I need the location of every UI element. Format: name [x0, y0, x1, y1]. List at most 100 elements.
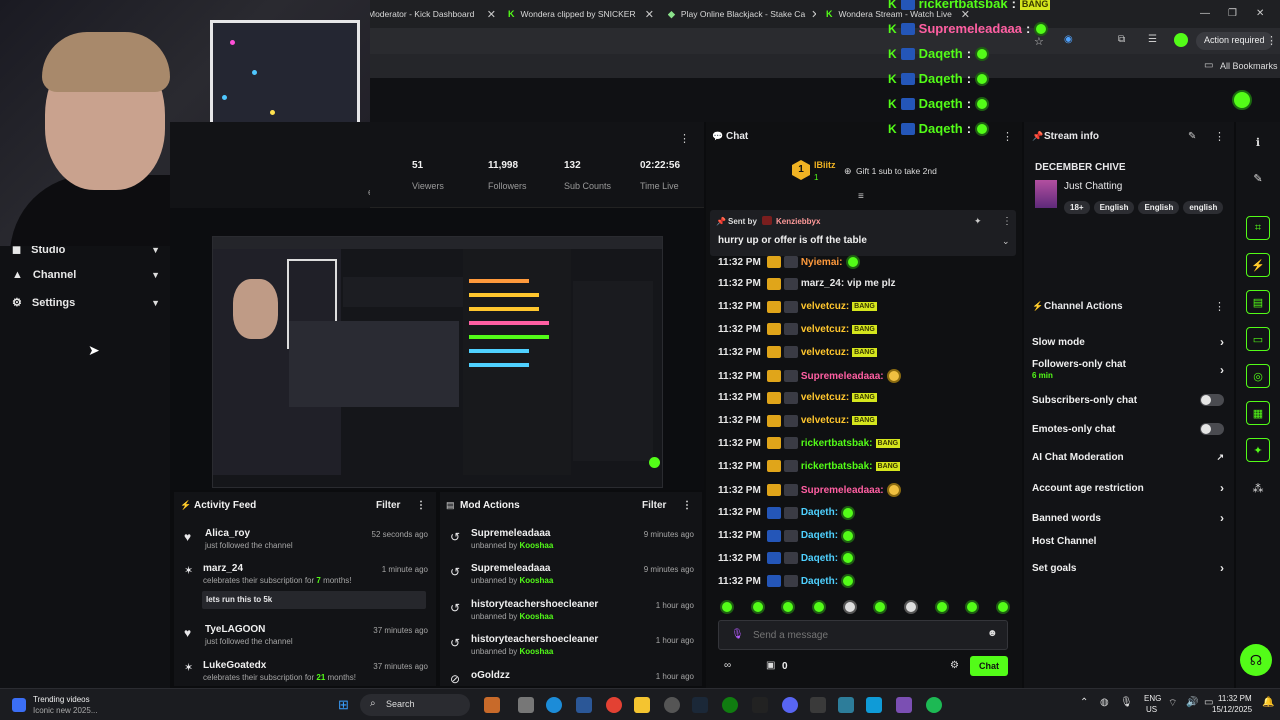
- all-bookmarks-link[interactable]: All Bookmarks: [1220, 61, 1278, 71]
- chat-username[interactable]: Daqeth:: [801, 553, 838, 564]
- close-window-icon[interactable]: ✕: [1256, 8, 1264, 19]
- info-icon[interactable]: ℹ: [1246, 130, 1270, 154]
- emote-icon[interactable]: [811, 600, 826, 614]
- close-icon[interactable]: ✕: [487, 8, 496, 21]
- feed-user[interactable]: marz_24: [203, 563, 352, 574]
- stream-category[interactable]: Just Chatting: [1064, 181, 1122, 192]
- apps-icon[interactable]: ⁂: [1246, 476, 1270, 500]
- edit-icon[interactable]: ✎: [1246, 166, 1270, 190]
- mod-target-user[interactable]: historyteachershoecleaner: [471, 634, 598, 645]
- windows-start-icon[interactable]: ⊞: [338, 697, 349, 713]
- notification-icon[interactable]: 🔔: [1262, 697, 1274, 708]
- edge-icon[interactable]: [546, 697, 562, 713]
- tray-icon[interactable]: ◍: [1100, 697, 1109, 708]
- widgets-icon[interactable]: [12, 698, 26, 712]
- more-vertical-icon[interactable]: ⋮: [416, 500, 426, 511]
- wrench-icon[interactable]: ✦: [1246, 438, 1270, 462]
- app-icon[interactable]: [838, 697, 854, 713]
- tab-blackjack[interactable]: ◆ Play Online Blackjack - Stake Ca ✕: [668, 4, 816, 24]
- obs-icon[interactable]: [664, 697, 680, 713]
- app-icon[interactable]: [866, 697, 882, 713]
- discord-icon[interactable]: [782, 697, 798, 713]
- taskview-icon[interactable]: [518, 697, 534, 713]
- chat-username[interactable]: marz_24:: [801, 278, 844, 289]
- action-set-goals[interactable]: Set goals ›: [1032, 561, 1224, 575]
- top-gifter-name[interactable]: lBiitz: [814, 160, 836, 170]
- bolt-icon[interactable]: ⚡: [1246, 253, 1270, 277]
- app-icon[interactable]: [896, 697, 912, 713]
- gear-icon[interactable]: ⚙: [950, 660, 959, 671]
- feed-user[interactable]: TyeLAGOON: [205, 624, 293, 635]
- gift-icon[interactable]: ▣: [766, 660, 775, 671]
- network-icon[interactable]: ⌔: [1168, 697, 1177, 710]
- toggle-switch[interactable]: [1200, 423, 1224, 435]
- emote-icon[interactable]: [781, 600, 796, 614]
- chat-username[interactable]: Nyiemai:: [801, 257, 843, 268]
- more-vertical-icon[interactable]: ⋮: [1214, 130, 1225, 143]
- epic-icon[interactable]: [752, 697, 768, 713]
- chat-input[interactable]: [753, 627, 973, 643]
- feed-user[interactable]: Alica_roy: [205, 528, 293, 539]
- chat-username[interactable]: Daqeth:: [801, 507, 838, 518]
- action-slow-mode[interactable]: Slow mode ›: [1032, 335, 1224, 349]
- action-subscribers-only[interactable]: Subscribers-only chat: [1032, 394, 1224, 406]
- category-thumbnail[interactable]: [1035, 180, 1057, 208]
- chevron-down-icon[interactable]: ⌄: [1002, 236, 1010, 247]
- mod-user[interactable]: Kooshaa: [520, 576, 554, 585]
- tab-kick-dashboard[interactable]: Moderator - Kick Dashboard ✕: [368, 4, 496, 24]
- action-emotes-only[interactable]: Emotes-only chat: [1032, 423, 1224, 435]
- sidebar-item-channel[interactable]: ▲ Channel ▼: [12, 269, 160, 281]
- unpin-icon[interactable]: ✦: [974, 216, 982, 227]
- maximize-icon[interactable]: ❐: [1228, 8, 1237, 19]
- xbox-icon[interactable]: [722, 697, 738, 713]
- chat-input-box[interactable]: 🎙 ☻: [718, 620, 1008, 650]
- minimize-icon[interactable]: —: [1200, 8, 1210, 19]
- address-bar[interactable]: ☆ ◉ ⧉ ☰ Action required ⋮: [370, 28, 1280, 54]
- action-banned-words[interactable]: Banned words ›: [1032, 511, 1224, 525]
- layout-icon[interactable]: ▦: [1246, 401, 1270, 425]
- steam-icon[interactable]: [692, 697, 708, 713]
- pinned-user[interactable]: Kenziebbyx: [776, 217, 820, 226]
- chat-username[interactable]: velvetcuz:: [801, 301, 849, 312]
- mic-icon[interactable]: 🎙: [1120, 697, 1133, 708]
- app-icon[interactable]: [810, 697, 826, 713]
- chat-username[interactable]: Daqeth:: [801, 530, 838, 541]
- mic-icon[interactable]: 🎙: [731, 629, 744, 640]
- more-vertical-icon[interactable]: ⋮: [1002, 130, 1013, 143]
- chat-username[interactable]: velvetcuz:: [801, 415, 849, 426]
- sidebar-item-settings[interactable]: ⚙ Settings ▼: [12, 296, 160, 310]
- mod-user[interactable]: Kooshaa: [520, 541, 554, 550]
- chat-username[interactable]: Supremeleadaaa:: [801, 485, 884, 496]
- spotify-icon[interactable]: [926, 697, 942, 713]
- emoji-icon[interactable]: ☻: [987, 628, 998, 639]
- chat-username[interactable]: Supremeleadaaa:: [801, 371, 884, 382]
- stream-preview[interactable]: [212, 236, 663, 488]
- menu-list-icon[interactable]: ☰: [1148, 34, 1157, 45]
- volume-icon[interactable]: 🔊: [1186, 697, 1198, 708]
- close-icon[interactable]: ✕: [811, 8, 816, 21]
- app-icon[interactable]: [484, 697, 500, 713]
- toggle-switch[interactable]: [1200, 394, 1224, 406]
- emote-icon[interactable]: [934, 600, 949, 614]
- close-icon[interactable]: ✕: [645, 8, 654, 21]
- chat-username[interactable]: rickertbatsbak:: [801, 461, 873, 472]
- puzzle-icon[interactable]: ⧉: [1118, 34, 1125, 45]
- expand-icon[interactable]: ≡: [858, 191, 864, 202]
- emote-icon[interactable]: [903, 600, 918, 614]
- mod-target-user[interactable]: historyteachershoecleaner: [471, 599, 598, 610]
- chat-username[interactable]: velvetcuz:: [801, 324, 849, 335]
- mod-target-user[interactable]: oGoldzz: [471, 670, 510, 681]
- more-vertical-icon[interactable]: ⋮: [1002, 216, 1012, 227]
- clock-time[interactable]: 11:32 PM: [1218, 694, 1252, 703]
- emote-icon[interactable]: [873, 600, 888, 614]
- more-vertical-icon[interactable]: ⋮: [679, 132, 690, 145]
- chrome-icon[interactable]: [606, 697, 622, 713]
- gift-prompt[interactable]: Gift 1 sub to take 2nd: [856, 166, 937, 176]
- star-icon[interactable]: ☆: [1034, 35, 1044, 48]
- feed-user[interactable]: LukeGoatedx: [203, 660, 356, 671]
- chevron-up-icon[interactable]: ⌃: [1080, 697, 1088, 708]
- more-vertical-icon[interactable]: ⋮: [1214, 300, 1225, 313]
- chat-username[interactable]: Daqeth:: [801, 576, 838, 587]
- mod-user[interactable]: Kooshaa: [520, 647, 554, 656]
- more-vertical-icon[interactable]: ⋮: [682, 500, 692, 511]
